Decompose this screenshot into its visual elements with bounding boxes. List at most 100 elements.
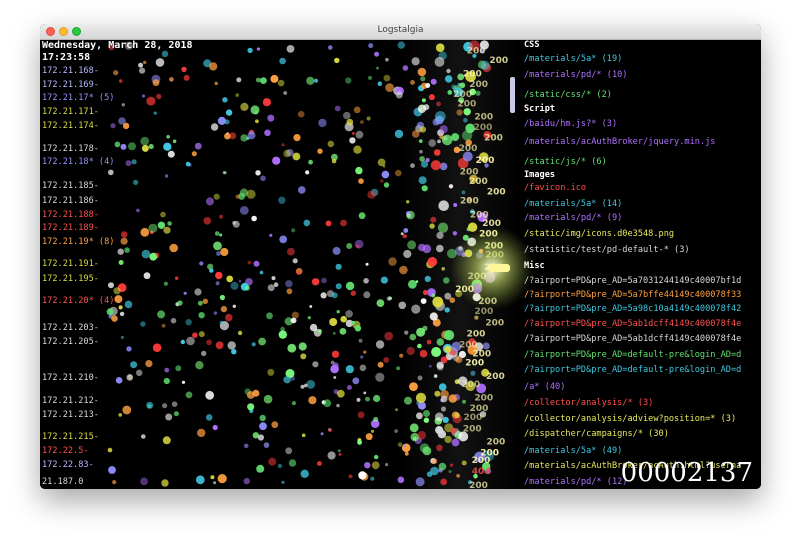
request-ball (340, 315, 348, 323)
request-ball (220, 247, 229, 257)
request-ball (436, 231, 444, 239)
request-ball (259, 270, 264, 275)
request-ball (202, 298, 208, 304)
request-ball (363, 350, 367, 354)
request-ball (383, 357, 390, 363)
request-ball (283, 149, 291, 158)
window-title: Logstalgia (377, 25, 424, 35)
request-ball (331, 350, 340, 358)
request-ball (205, 390, 215, 400)
request-ball (406, 213, 411, 218)
request-ball (363, 391, 367, 395)
request-ball (430, 216, 437, 223)
request-ball (247, 47, 253, 54)
request-ball (343, 111, 351, 120)
request-ball (352, 132, 355, 135)
request-ball (157, 221, 166, 229)
request-ball (419, 349, 428, 358)
request-ball (373, 394, 381, 403)
request-ball (385, 463, 389, 467)
request-ball (360, 355, 364, 359)
request-ball (307, 316, 311, 320)
request-ball (365, 396, 370, 402)
response-code-label: 200 (476, 156, 495, 166)
request-ball (328, 428, 332, 432)
request-ball (454, 412, 460, 419)
request-ball (435, 426, 444, 435)
request-ball (431, 293, 436, 298)
request-ball (272, 156, 281, 165)
response-code-label: 200 (485, 318, 504, 328)
request-ball (376, 66, 379, 70)
title-bar[interactable]: Logstalgia (40, 24, 761, 40)
request-ball (297, 110, 305, 118)
request-ball (395, 91, 403, 99)
request-ball (247, 403, 255, 411)
request-ball (428, 364, 432, 368)
request-ball (374, 51, 380, 57)
request-ball (416, 412, 423, 420)
request-ball (219, 214, 224, 219)
request-ball (160, 211, 166, 218)
request-ball (169, 77, 174, 82)
request-ball (213, 241, 222, 251)
request-ball (384, 331, 394, 341)
request-ball (433, 149, 441, 156)
path-label: /favicon.ico (524, 183, 587, 193)
request-ball (165, 413, 173, 421)
request-ball (175, 365, 182, 372)
host-label: 172.21.185- (42, 181, 99, 191)
request-ball (304, 383, 308, 388)
request-ball (350, 290, 356, 296)
request-ball (230, 281, 239, 290)
path-label: /baidu/hm.js?* (3) (524, 119, 618, 129)
request-ball (283, 91, 288, 95)
request-ball (334, 105, 341, 112)
request-ball (226, 275, 234, 283)
response-code-label: 200 (467, 46, 486, 56)
request-ball (215, 281, 220, 286)
request-ball (273, 282, 279, 287)
request-ball (420, 298, 427, 304)
path-group-header: Script (524, 104, 556, 114)
request-ball (427, 257, 438, 267)
request-ball (317, 461, 322, 466)
request-ball (136, 369, 143, 376)
request-ball (237, 330, 243, 336)
request-ball (285, 280, 293, 288)
request-ball (438, 462, 447, 471)
host-label: 21.187.0 (42, 477, 84, 487)
request-ball (340, 219, 347, 227)
path-label: /collector/analysis/adview?position=* (3… (524, 414, 737, 424)
host-label: 172.21.171- (42, 107, 99, 117)
request-ball (246, 391, 255, 399)
request-ball (444, 307, 450, 313)
request-ball (364, 462, 371, 469)
request-ball (118, 305, 123, 310)
request-ball (161, 323, 166, 328)
host-label: 172.21.18* (4) (42, 157, 115, 167)
request-ball (449, 463, 454, 467)
request-ball (293, 134, 301, 142)
request-ball (409, 423, 419, 433)
path-label: /?airport=PD&pre_AD=5a98c10a4149c400078f… (524, 304, 742, 314)
request-ball (431, 347, 442, 357)
request-ball (336, 310, 340, 314)
path-label: /materials/5a* (14) (524, 199, 623, 209)
path-label: /static/js/* (6) (524, 157, 607, 167)
request-ball (380, 276, 388, 284)
request-ball (162, 403, 168, 409)
request-ball (355, 166, 363, 175)
scrollbar[interactable] (510, 77, 515, 113)
request-ball (411, 130, 420, 138)
request-ball (475, 90, 481, 96)
request-ball (331, 292, 338, 299)
request-ball (126, 346, 132, 352)
visualization-canvas[interactable]: 200 200 200 200 200 200 200 200 200 200 200 200 200 2… (40, 40, 761, 489)
request-ball (448, 470, 452, 473)
request-ball (332, 331, 336, 335)
request-ball (140, 477, 148, 486)
request-ball (418, 176, 427, 185)
request-ball (124, 300, 133, 309)
request-ball (209, 62, 218, 71)
